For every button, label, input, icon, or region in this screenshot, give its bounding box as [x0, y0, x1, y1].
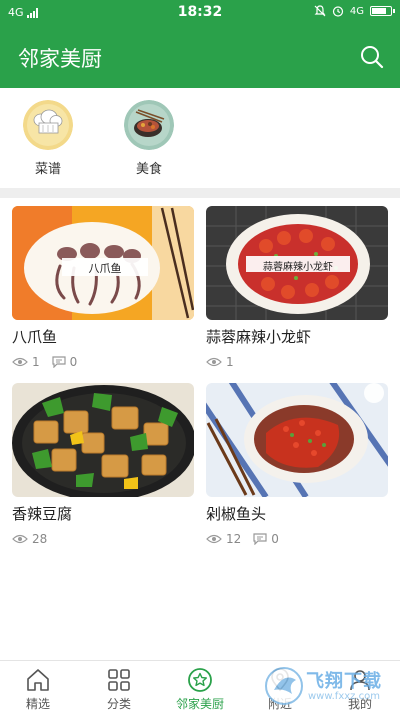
- view-count-value: 1: [226, 355, 234, 369]
- eye-icon: [206, 357, 222, 367]
- view-count: 1: [12, 355, 40, 369]
- battery-icon: [370, 6, 395, 16]
- chef-hat-icon: [23, 100, 73, 150]
- category-food[interactable]: 美食: [119, 100, 179, 177]
- view-count: 28: [12, 532, 47, 546]
- recipe-stats: 1 0: [12, 355, 194, 369]
- recipe-title: 蒜蓉麻辣小龙虾: [206, 328, 312, 346]
- view-count: 1: [206, 355, 234, 369]
- recipe-stats: 1: [206, 355, 388, 369]
- eye-icon: [206, 534, 222, 544]
- network-type-right: 4G: [349, 5, 364, 17]
- search-button[interactable]: [358, 43, 386, 71]
- tab-featured[interactable]: 精选: [8, 667, 68, 712]
- recipe-card[interactable]: 八爪鱼 八爪鱼 1 0: [12, 206, 194, 369]
- recipe-image: 蒜蓉麻辣小龙虾: [206, 206, 388, 320]
- status-right: 4G: [314, 5, 395, 17]
- view-count-value: 12: [226, 532, 242, 546]
- category-label: 美食: [135, 162, 162, 177]
- tab-label: 精选: [25, 697, 50, 711]
- mute-bell-icon: [314, 5, 326, 17]
- recipe-image: [206, 383, 388, 497]
- watermark: 飞翔下载 www.fxxz.com: [262, 664, 396, 708]
- recipe-stats: 12 0: [206, 532, 388, 546]
- star-circle-icon: [188, 668, 212, 692]
- view-count: 12: [206, 532, 241, 546]
- view-count-value: 28: [32, 532, 48, 546]
- comment-count-value: 0: [271, 532, 279, 546]
- section-divider: [0, 188, 400, 198]
- category-recipes[interactable]: 菜谱: [18, 100, 78, 177]
- comment-count: 0: [253, 532, 279, 546]
- comment-count: 0: [52, 355, 78, 369]
- tab-home-kitchen[interactable]: 邻家美厨: [170, 667, 230, 712]
- tab-label: 分类: [106, 697, 131, 711]
- tab-label: 邻家美厨: [175, 697, 224, 711]
- tab-category[interactable]: 分类: [89, 667, 149, 712]
- comment-icon: [52, 356, 66, 368]
- category-label: 菜谱: [34, 162, 61, 177]
- recipe-image: [12, 383, 194, 497]
- image-caption: 蒜蓉麻辣小龙虾: [263, 262, 333, 273]
- recipe-image: 八爪鱼: [12, 206, 194, 320]
- comment-icon: [253, 533, 267, 545]
- recipe-card[interactable]: 剁椒鱼头 12 0: [206, 383, 388, 546]
- search-icon: [361, 46, 384, 69]
- watermark-url: www.fxxz.com: [308, 691, 380, 702]
- recipe-card[interactable]: 香辣豆腐 28: [12, 383, 194, 546]
- view-count-value: 1: [32, 355, 40, 369]
- recipe-title: 八爪鱼: [12, 328, 58, 346]
- recipe-stats: 28: [12, 532, 194, 546]
- watermark-text: 飞翔下载: [306, 671, 382, 692]
- recipe-title: 剁椒鱼头: [206, 505, 267, 523]
- alarm-icon: [332, 6, 343, 17]
- home-icon: [27, 669, 49, 691]
- category-row: 菜谱 美食: [0, 88, 400, 188]
- app-bar: 邻家美厨: [0, 27, 400, 88]
- app-title: 邻家美厨: [18, 48, 102, 71]
- food-bowl-icon: [124, 100, 174, 150]
- grid-icon: [108, 669, 130, 691]
- recipe-card[interactable]: 蒜蓉麻辣小龙虾 蒜蓉麻辣小龙虾 1: [206, 206, 388, 369]
- status-bar: 4G 18:32 4G: [0, 0, 400, 27]
- comment-count-value: 0: [69, 355, 78, 369]
- recipe-title: 香辣豆腐: [12, 505, 73, 523]
- image-caption: 八爪鱼: [88, 262, 122, 275]
- eye-icon: [12, 534, 28, 544]
- eye-icon: [12, 357, 28, 367]
